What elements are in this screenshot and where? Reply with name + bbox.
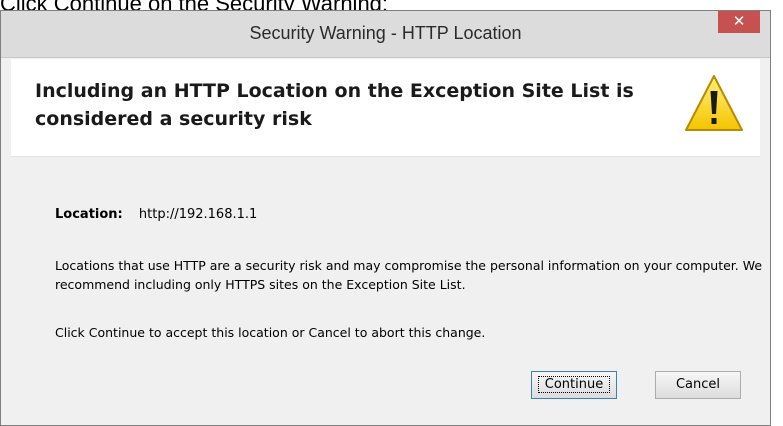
continue-button-label: Continue [537,376,611,393]
security-warning-dialog: Security Warning - HTTP Location ✕ Inclu… [0,10,771,426]
cancel-button[interactable]: Cancel [655,371,741,399]
location-value: http://192.168.1.1 [138,207,258,222]
risk-message: Locations that use HTTP are a security r… [55,258,763,292]
close-icon: ✕ [732,12,746,30]
close-button[interactable]: ✕ [718,11,760,33]
warning-heading: Including an HTTP Location on the Except… [35,80,634,130]
continue-button[interactable]: Continue [531,371,617,399]
warning-triangle-icon [685,75,743,131]
location-label: Location: [55,207,123,222]
title-bar[interactable]: Security Warning - HTTP Location ✕ [1,11,770,58]
dialog-title: Security Warning - HTTP Location [249,23,522,43]
location-row: Location: http://192.168.1.1 [55,207,257,222]
instruction-text: Click Continue to accept this location o… [55,325,486,340]
header-panel: Including an HTTP Location on the Except… [11,59,760,157]
